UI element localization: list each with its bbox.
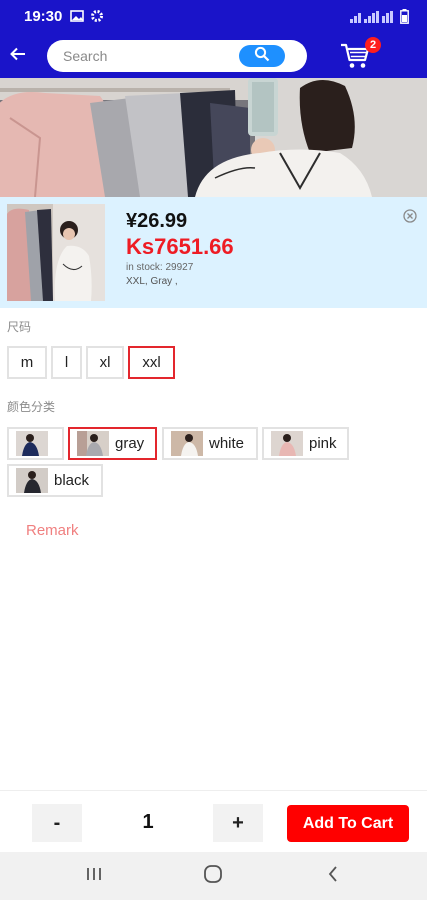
color-option-gray[interactable]: gray (68, 427, 157, 460)
battery-icon (400, 9, 409, 29)
quantity-value: 1 (142, 811, 154, 833)
price-ks: Ks7651.66 (126, 234, 234, 259)
size-option-m[interactable]: m (7, 346, 47, 379)
color-option-navy[interactable] (7, 427, 64, 460)
search-bar (47, 40, 307, 72)
color-swatch-image (16, 431, 48, 456)
color-option-label: gray (115, 435, 145, 452)
color-swatch-image (16, 468, 48, 493)
cart-count-badge: 2 (365, 37, 381, 53)
color-swatch-image (77, 431, 109, 456)
selected-options: XXL, Gray , (126, 276, 178, 287)
system-nav-bar (0, 852, 427, 900)
price-cny: ¥26.99 (126, 210, 188, 232)
close-circle-icon (402, 209, 418, 228)
cart-action-bar: - 1 + Add To Cart (0, 790, 427, 852)
gallery-icon (70, 9, 84, 28)
color-swatch-image (271, 431, 303, 456)
status-bar: 19:30 (0, 0, 427, 34)
home-button[interactable] (193, 862, 233, 890)
recent-apps-icon (85, 866, 103, 887)
color-option-label: white (209, 435, 245, 452)
quantity-increase-button[interactable]: + (213, 804, 263, 842)
size-option-xl[interactable]: xl (86, 346, 124, 379)
cart-button[interactable]: 2 (340, 37, 381, 74)
product-banner-image (0, 78, 427, 197)
color-option-pink[interactable]: pink (262, 427, 349, 460)
app-header: 2 (0, 34, 427, 78)
remark-link[interactable]: Remark (26, 522, 79, 539)
arrow-left-icon (10, 47, 26, 66)
system-back-button[interactable] (313, 862, 353, 890)
search-icon (254, 46, 270, 67)
back-button[interactable] (4, 40, 32, 72)
size-section-label: 尺码 (7, 320, 32, 334)
close-button[interactable] (402, 208, 418, 224)
size-option-l[interactable]: l (51, 346, 82, 379)
recent-apps-button[interactable] (74, 862, 114, 890)
color-option-label: pink (309, 435, 337, 452)
status-time: 19:30 (24, 8, 63, 25)
color-section-label: 颜色分类 (7, 400, 56, 414)
size-option-xxl[interactable]: xxl (128, 346, 175, 379)
search-input[interactable] (63, 40, 243, 72)
add-to-cart-button[interactable]: Add To Cart (287, 805, 409, 842)
stock-count: in stock: 29927 (126, 262, 194, 273)
search-button[interactable] (239, 45, 285, 67)
color-option-black[interactable]: black (7, 464, 103, 497)
signal-icon (350, 10, 394, 29)
quantity-decrease-button[interactable]: - (32, 804, 82, 842)
chevron-left-icon (327, 865, 339, 888)
settings-gear-icon (90, 9, 104, 28)
color-option-label: black (54, 472, 90, 489)
product-thumbnail (7, 204, 105, 301)
color-swatch-image (171, 431, 203, 456)
color-option-white[interactable]: white (162, 427, 258, 460)
home-circle-icon (203, 864, 223, 889)
